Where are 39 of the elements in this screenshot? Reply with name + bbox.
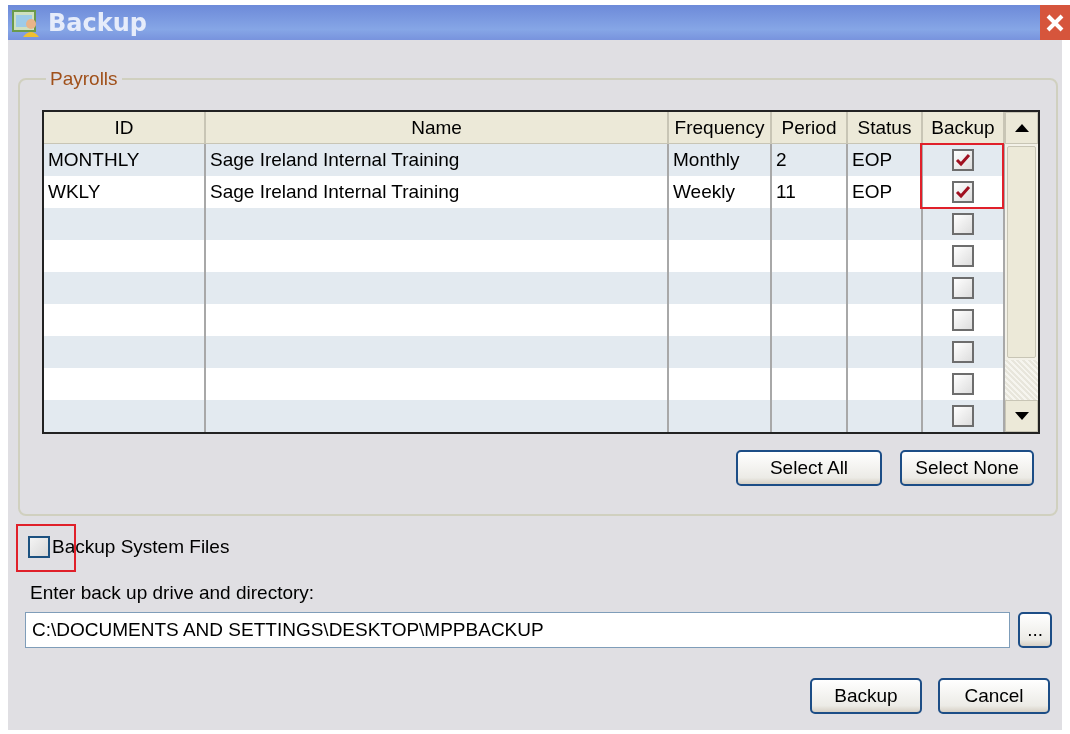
select-button[interactable]: Select None: [900, 449, 1034, 486]
table-cell: 11: [771, 175, 847, 208]
scroll-up-icon[interactable]: [1014, 124, 1029, 132]
column-header[interactable]: Backup: [922, 112, 1004, 144]
table-cell: Weekly: [668, 175, 771, 208]
backup-checkbox[interactable]: [952, 277, 974, 299]
dialog-button[interactable]: Backup: [810, 678, 922, 714]
scroll-down-icon[interactable]: [1014, 411, 1029, 420]
column-header[interactable]: Status: [847, 112, 922, 144]
close-button[interactable]: [1040, 5, 1070, 40]
table-cell: 2: [771, 143, 847, 176]
field-label: Enter back up drive and directory:: [30, 582, 316, 604]
table-cell: Sage Ireland Internal Training: [205, 175, 668, 208]
directory-field[interactable]: C:\DOCUMENTS AND SETTINGS\DESKTOP\MPPBACKUP: [25, 612, 1011, 648]
scrollbar[interactable]: [1005, 112, 1038, 432]
column-header[interactable]: ID: [44, 112, 205, 144]
table-cell: Sage Ireland Internal Training: [205, 143, 668, 176]
scroll-thumb[interactable]: [1007, 146, 1036, 358]
column-header[interactable]: Period: [771, 112, 847, 144]
backup-checkbox[interactable]: [952, 149, 974, 172]
backup-checkbox[interactable]: [952, 181, 974, 203]
browse-button[interactable]: ...: [1018, 612, 1052, 648]
table-cell: MONTHLY: [44, 143, 205, 176]
calendar-person-icon: [12, 8, 40, 37]
backup-checkbox[interactable]: [952, 341, 974, 363]
dialog-button[interactable]: Cancel: [938, 678, 1050, 714]
column-header[interactable]: Frequency: [668, 112, 771, 144]
table-cell: WKLY: [44, 175, 205, 208]
backup-checkbox[interactable]: [952, 213, 974, 235]
backup-checkbox[interactable]: [952, 309, 974, 331]
checkbox[interactable]: [28, 536, 50, 558]
table-cell: Monthly: [668, 143, 771, 176]
select-button[interactable]: Select All: [736, 449, 882, 486]
window-title: Backup: [48, 8, 147, 37]
backup-checkbox[interactable]: [952, 373, 974, 395]
backup-checkbox[interactable]: [952, 405, 974, 427]
backup-checkbox[interactable]: [952, 245, 974, 267]
column-header[interactable]: Name: [205, 112, 668, 144]
group-title: Payrolls: [49, 68, 119, 90]
